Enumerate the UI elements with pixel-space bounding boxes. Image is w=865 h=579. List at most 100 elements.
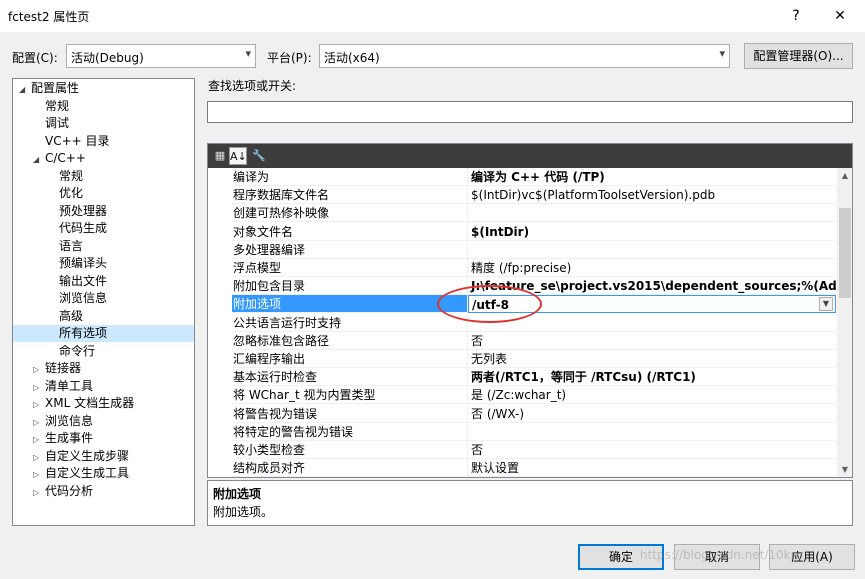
ok-button[interactable]: 确定 [578, 544, 664, 570]
property-row[interactable]: 忽略标准包含路径否 [208, 331, 836, 350]
property-value[interactable]: J:\feature_se\project.vs2015\dependent_s… [468, 277, 836, 296]
property-row[interactable]: 将警告视为错误否 (/WX-) [208, 404, 836, 423]
property-name: 程序数据库文件名 [232, 186, 468, 205]
property-value[interactable]: 默认设置 [468, 459, 836, 477]
tree-item[interactable]: ▷ 清单工具 [13, 378, 194, 395]
tree-item[interactable]: 常规 [13, 98, 194, 115]
collapse-icon[interactable]: ◢ [19, 81, 31, 98]
property-value[interactable]: $(IntDir)vc$(PlatformToolsetVersion).pdb [468, 186, 836, 205]
apply-button[interactable]: 应用(A) [769, 544, 855, 570]
property-value[interactable]: 否 [468, 332, 836, 350]
property-row[interactable]: 公共语言运行时支持 [208, 313, 836, 332]
categorized-icon[interactable]: ▦ [211, 147, 229, 165]
property-value[interactable]: 是 (/Zc:wchar_t) [468, 386, 836, 405]
search-label: 查找选项或开关: [208, 79, 297, 93]
property-row[interactable]: 附加包含目录 J:\feature_se\project.vs2015\depen… [208, 277, 836, 296]
property-row[interactable]: 将特定的警告视为错误 [208, 422, 836, 441]
property-tree[interactable]: ◢ 配置属性 常规 调试 VC++ 目录 ◢ C/C++ 常规 优化 预处理器 代码生成 语言 预编译头… [12, 78, 195, 526]
property-value[interactable]: 编译为 C++ 代码 (/TP) [468, 168, 836, 186]
cancel-button[interactable]: 取消 [674, 544, 760, 570]
tree-item[interactable]: VC++ 目录 [13, 133, 194, 150]
expand-icon[interactable]: ▷ [33, 396, 45, 413]
close-button[interactable]: ✕ [818, 0, 862, 32]
tree-item-label: 预处理器 [59, 203, 108, 218]
property-name: 浮点模型 [232, 259, 468, 277]
tree-item[interactable]: ▷ 浏览信息 [13, 413, 194, 430]
platform-dropdown[interactable]: 活动(x64) ▾ [319, 44, 730, 68]
tree-item[interactable]: 所有选项 [13, 325, 194, 342]
tree-item[interactable]: 优化 [13, 185, 194, 202]
tree-item[interactable]: 预处理器 [13, 203, 194, 220]
tree-item[interactable]: ▷ XML 文档生成器 [13, 395, 194, 412]
tree-item[interactable]: 高级 [13, 308, 194, 325]
property-value[interactable]: 否 [468, 441, 836, 459]
tree-item[interactable]: 代码生成 [13, 220, 194, 237]
tree-item[interactable]: 输出文件 [13, 273, 194, 290]
tree-item[interactable]: 浏览信息 [13, 290, 194, 307]
config-value: 活动(Debug) [71, 51, 144, 65]
property-row[interactable]: 程序数据库文件名 $(IntDir)vc$(PlatformToolsetVers… [208, 186, 836, 205]
property-row[interactable]: 多处理器编译 [208, 240, 836, 259]
alphabetical-icon[interactable]: A↓ [229, 147, 247, 165]
expand-icon[interactable]: ▷ [33, 466, 45, 483]
property-row[interactable]: 对象文件名 $(IntDir) [208, 222, 836, 241]
description-panel: 附加选项 附加选项。 [207, 480, 853, 526]
tree-item[interactable]: 常规 [13, 168, 194, 185]
scroll-up-icon[interactable]: ▲ [837, 168, 852, 184]
collapse-icon[interactable]: ◢ [33, 151, 45, 168]
property-value-text: 是 (/Zc:wchar_t) [471, 388, 567, 403]
property-value[interactable] [468, 423, 836, 441]
property-row[interactable]: 结构成员对齐 默认设置 [208, 459, 836, 477]
chevron-down-icon[interactable]: ▼ [819, 297, 833, 312]
tree-item[interactable]: ◢ 配置属性 [13, 80, 194, 97]
property-value[interactable]: $(IntDir) [468, 223, 836, 241]
scroll-down-icon[interactable]: ▼ [837, 462, 852, 477]
property-value[interactable]: 精度 (/fp:precise) [468, 259, 836, 277]
scroll-thumb[interactable] [839, 208, 851, 298]
expand-icon[interactable]: ▷ [33, 361, 45, 378]
description-title: 附加选项 [213, 487, 262, 501]
expand-icon[interactable]: ▷ [33, 449, 45, 466]
tree-item[interactable]: ▷ 链接器 [13, 360, 194, 377]
search-input[interactable] [207, 101, 853, 123]
tree-item-label: 自定义生成步骤 [45, 448, 130, 463]
property-row[interactable]: 浮点模型 精度 (/fp:precise) [208, 259, 836, 277]
tree-item[interactable]: ◢ C/C++ [13, 150, 194, 167]
tree-item[interactable]: ▷ 代码分析 [13, 483, 194, 500]
property-grid[interactable]: ▦ A↓ 🔧 ▲ ▼ 编译为 编译为 C++ 代码 (/TP) 程序数据库文件名 $(… [207, 143, 853, 478]
property-row[interactable]: 较小类型检查否 [208, 441, 836, 459]
property-value[interactable]: 否 (/WX-) [468, 405, 836, 423]
expand-icon[interactable]: ▷ [33, 379, 45, 396]
property-row[interactable]: 创建可热修补映像 [208, 204, 836, 223]
config-manager-button[interactable]: 配置管理器(O)... [744, 43, 853, 69]
vertical-scrollbar[interactable]: ▲ ▼ [837, 168, 852, 477]
tree-item[interactable]: 语言 [13, 238, 194, 255]
description-text: 附加选项。 [213, 505, 274, 519]
property-row[interactable]: 附加选项/utf-8 ▼ [208, 295, 836, 314]
property-value-text: 否 [471, 333, 484, 348]
tree-item[interactable]: ▷ 自定义生成工具 [13, 465, 194, 482]
property-row[interactable]: 汇编程序输出 无列表 [208, 350, 836, 368]
property-value[interactable] [468, 314, 836, 332]
config-dropdown[interactable]: 活动(Debug) ▾ [66, 44, 256, 68]
property-value[interactable]: /utf-8 ▼ [468, 295, 836, 314]
property-value[interactable] [468, 241, 836, 259]
tree-item-label: 常规 [59, 168, 84, 183]
help-button[interactable]: ? [774, 0, 818, 32]
expand-icon[interactable]: ▷ [33, 431, 45, 448]
property-name: 将 WChar_t 视为内置类型 [232, 386, 468, 405]
property-value[interactable]: 两者(/RTC1，等同于 /RTCsu) (/RTC1) [468, 368, 836, 387]
tree-item[interactable]: ▷ 生成事件 [13, 430, 194, 447]
property-row[interactable]: 将 WChar_t 视为内置类型是 (/Zc:wchar_t) [208, 386, 836, 405]
property-pages-icon[interactable]: 🔧 [250, 147, 268, 165]
tree-item[interactable]: ▷ 自定义生成步骤 [13, 448, 194, 465]
tree-item[interactable]: 命令行 [13, 343, 194, 360]
expand-icon[interactable]: ▷ [33, 484, 45, 501]
property-value[interactable]: 无列表 [468, 350, 836, 368]
property-row[interactable]: 编译为 编译为 C++ 代码 (/TP) [208, 168, 836, 186]
expand-icon[interactable]: ▷ [33, 414, 45, 431]
tree-item[interactable]: 调试 [13, 115, 194, 132]
tree-item[interactable]: 预编译头 [13, 255, 194, 272]
property-row[interactable]: 基本运行时检查 两者(/RTC1，等同于 /RTCsu) (/RTC1) [208, 368, 836, 387]
property-value[interactable] [468, 204, 836, 223]
